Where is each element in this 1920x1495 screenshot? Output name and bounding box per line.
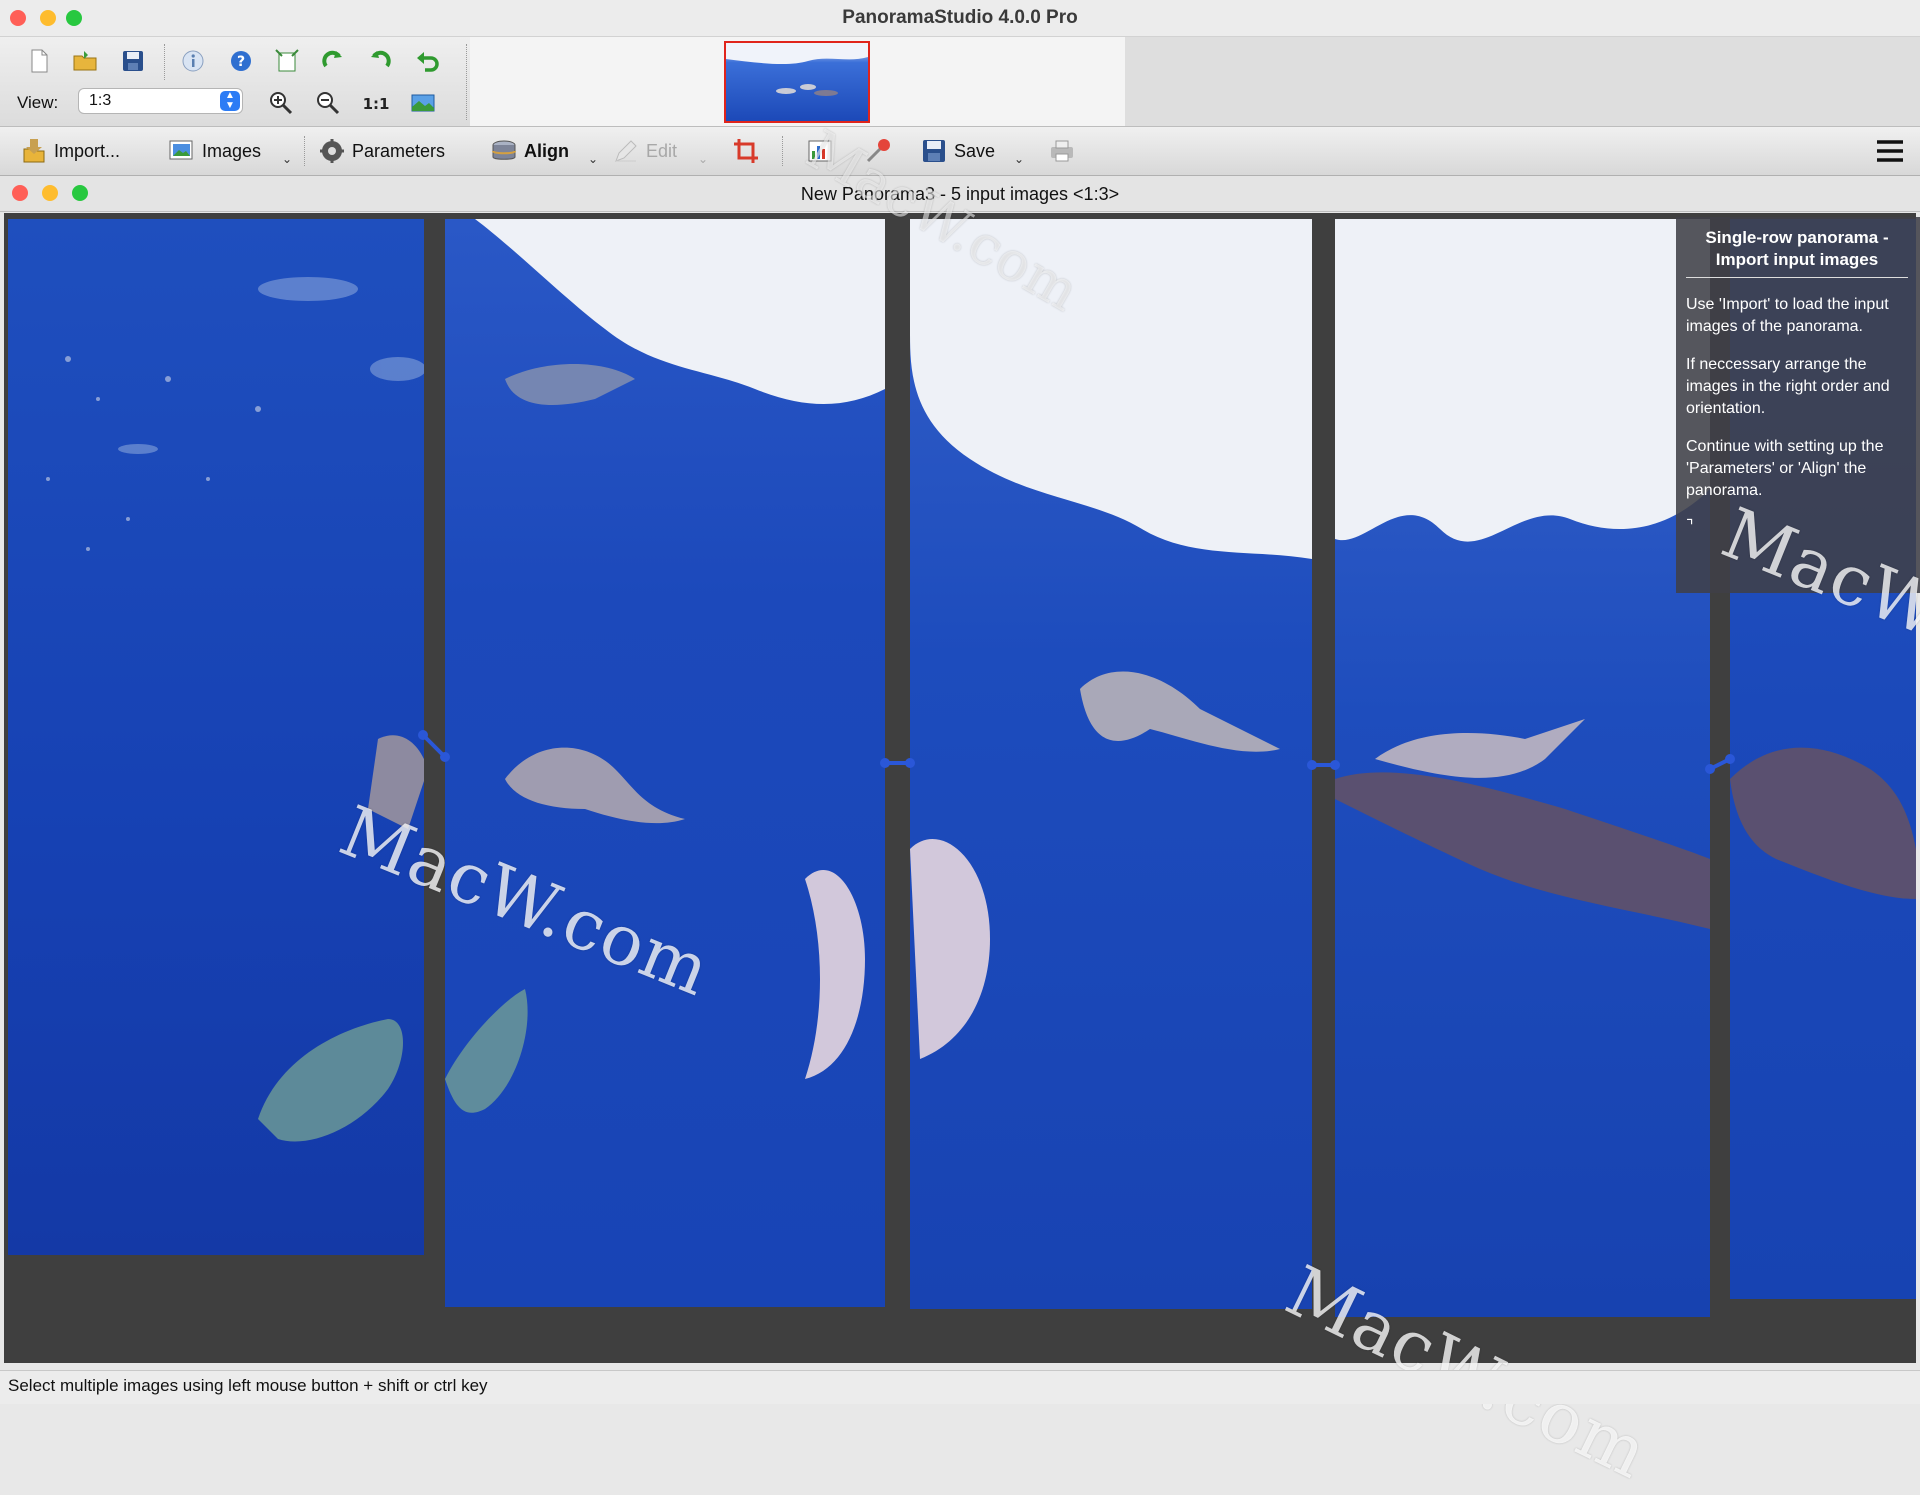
help-title: Single-row panorama - Import input image… (1686, 227, 1908, 278)
toolbar-separator (304, 136, 305, 166)
rotate-left-icon[interactable] (318, 46, 348, 76)
seam-markers (418, 730, 1735, 774)
images-label: Images (202, 140, 262, 161)
align-icon (492, 140, 516, 160)
panorama-thumbnail[interactable] (724, 41, 870, 123)
save-icon (923, 140, 945, 162)
open-folder-icon[interactable] (70, 46, 100, 76)
undo-icon[interactable] (413, 46, 443, 76)
zoom-actual-size-icon[interactable]: 1:1 (361, 88, 391, 118)
toolbar-separator (466, 44, 467, 120)
parameters-icon (320, 139, 344, 163)
info-icon[interactable] (178, 46, 208, 76)
images-button[interactable]: Images (168, 134, 261, 168)
help-icon[interactable]: ? (226, 46, 256, 76)
rotate-right-icon[interactable] (365, 46, 395, 76)
import-button[interactable]: Import... (20, 134, 120, 168)
zoom-in-icon[interactable] (266, 88, 296, 118)
crop-icon (734, 139, 758, 163)
hamburger-menu-icon[interactable] (1874, 136, 1906, 166)
import-label: Import... (54, 140, 121, 161)
svg-text:1:1: 1:1 (363, 95, 389, 113)
view-zoom-value: 1:3 (89, 92, 112, 109)
panorama-canvas[interactable] (4, 213, 1916, 1363)
app-title: PanoramaStudio 4.0.0 Pro (842, 7, 1078, 28)
save-disk-icon[interactable] (118, 46, 148, 76)
align-button[interactable]: Align (490, 134, 569, 168)
printer-icon (1051, 140, 1073, 162)
edit-dropdown-chevron-icon[interactable]: ⌄ (698, 152, 708, 166)
import-icon (23, 139, 45, 163)
crop-button[interactable] (732, 134, 760, 168)
svg-text:?: ? (237, 54, 245, 70)
parameters-label: Parameters (352, 140, 446, 161)
save-dropdown-chevron-icon[interactable]: ⌄ (1014, 152, 1024, 166)
print-button[interactable] (1048, 134, 1076, 168)
status-text: Select multiple images using left mouse … (8, 1376, 488, 1395)
view-label: View: (17, 93, 59, 112)
toolbar-separator (164, 44, 165, 80)
edit-label: Edit (646, 140, 678, 161)
help-paragraph: Use 'Import' to load the input images of… (1686, 296, 1889, 335)
resize-page-icon[interactable] (272, 46, 302, 76)
edit-icon (615, 140, 637, 162)
edit-button[interactable]: Edit (612, 134, 677, 168)
images-icon (169, 140, 193, 160)
new-file-icon[interactable] (24, 46, 54, 76)
align-label: Align (524, 140, 569, 161)
stepper-icon[interactable]: ▲ ▼ (220, 91, 240, 111)
help-paragraph: If neccessary arrange the images in the … (1686, 356, 1890, 417)
toolbar-separator (782, 136, 783, 166)
save-button[interactable]: Save (920, 134, 995, 168)
fit-image-icon[interactable] (408, 88, 438, 118)
zoom-out-icon[interactable] (313, 88, 343, 118)
images-dropdown-chevron-icon[interactable]: ⌄ (282, 152, 292, 166)
view-zoom-select[interactable]: 1:3 ▲ ▼ (78, 88, 243, 114)
align-dropdown-chevron-icon[interactable]: ⌄ (588, 152, 598, 166)
save-label: Save (954, 140, 996, 161)
help-paragraph: Continue with setting up the 'Parameters… (1686, 438, 1884, 499)
parameters-button[interactable]: Parameters (318, 134, 445, 168)
